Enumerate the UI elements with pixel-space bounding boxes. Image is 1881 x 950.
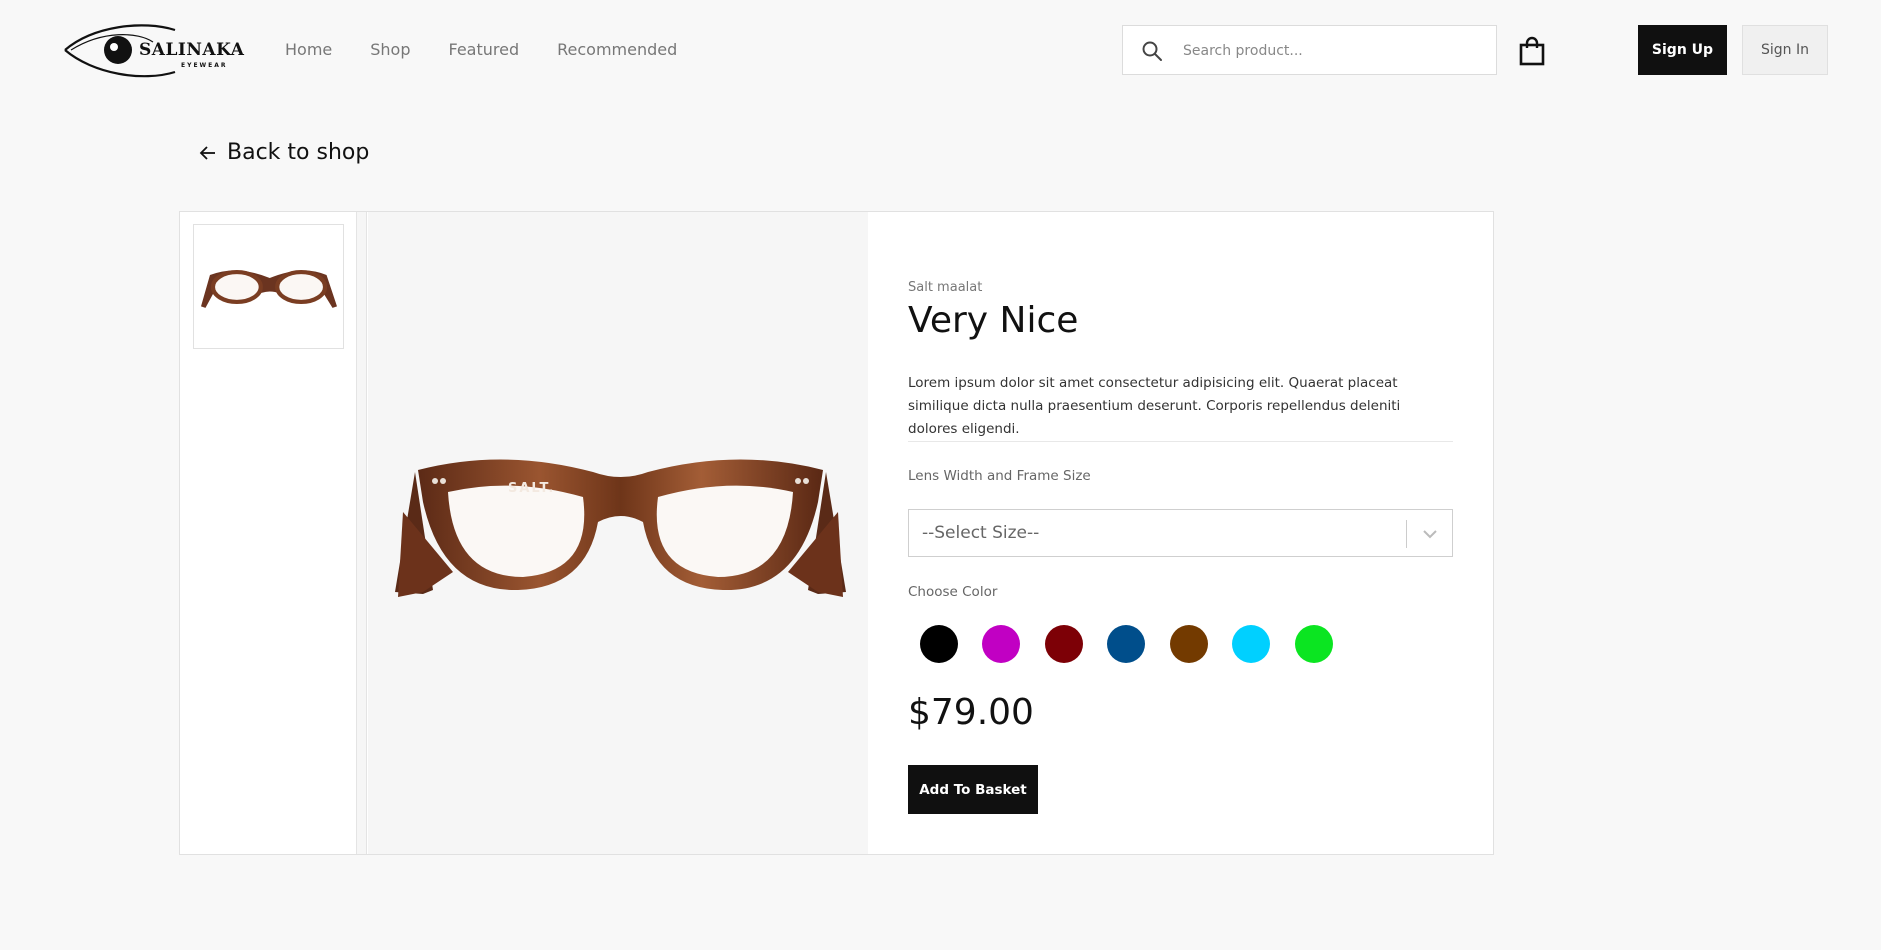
logo-tagline: EYEWEAR (181, 62, 228, 69)
sign-up-button[interactable]: Sign Up (1638, 25, 1727, 75)
search-input[interactable] (1183, 38, 1483, 64)
product-image-area: SALT. (368, 212, 868, 854)
thumbnail-column (180, 212, 357, 854)
product-details: Salt maalat Very Nice Lorem ipsum dolor … (908, 212, 1453, 854)
product-thumbnail[interactable] (193, 224, 344, 349)
logo-wordmark: SALINAKA (139, 40, 245, 60)
size-label: Lens Width and Frame Size (908, 468, 1091, 484)
chevron-down-icon (1423, 530, 1437, 539)
color-swatch-dark-red[interactable] (1045, 625, 1083, 663)
product-glasses-image: SALT. (395, 459, 846, 597)
glasses-thumbnail-image (200, 269, 337, 308)
product-card: SALT. Salt maalat Very Nice Lorem ipsum … (179, 211, 1494, 855)
size-select-value: --Select Size-- (922, 523, 1040, 543)
back-link-label: Back to shop (227, 140, 370, 165)
color-swatch-cyan[interactable] (1232, 625, 1270, 663)
color-swatch-blue[interactable] (1107, 625, 1145, 663)
search-icon (1142, 41, 1162, 61)
shopping-bag-icon[interactable] (1518, 36, 1546, 66)
back-to-shop-link[interactable]: Back to shop (199, 140, 369, 165)
color-swatch-brown[interactable] (1170, 625, 1208, 663)
nav-featured-link[interactable]: Featured (449, 40, 520, 59)
color-swatch-green[interactable] (1295, 625, 1333, 663)
nav-recommended-link[interactable]: Recommended (557, 40, 677, 59)
select-separator (1406, 520, 1407, 548)
site-header: SALINAKA EYEWEAR Home Shop Featured Reco… (0, 0, 1881, 100)
svg-text:SALT.: SALT. (508, 481, 555, 496)
site-logo[interactable]: SALINAKA EYEWEAR (63, 22, 244, 80)
size-select[interactable]: --Select Size-- (908, 509, 1453, 557)
color-swatch-black[interactable] (920, 625, 958, 663)
main-nav: Home Shop Featured Recommended (285, 40, 677, 59)
product-brand: Salt maalat (908, 280, 983, 295)
nav-shop-link[interactable]: Shop (370, 40, 410, 59)
color-swatch-magenta[interactable] (982, 625, 1020, 663)
thumbnail-scrollbar[interactable] (357, 212, 367, 854)
nav-home-link[interactable]: Home (285, 40, 332, 59)
product-title: Very Nice (908, 300, 1079, 341)
details-divider (908, 441, 1453, 442)
arrow-left-icon (199, 145, 215, 160)
product-description: Lorem ipsum dolor sit amet consectetur a… (908, 375, 1401, 437)
product-price: $79.00 (908, 692, 1034, 733)
sign-in-button[interactable]: Sign In (1742, 25, 1828, 75)
add-to-basket-button[interactable]: Add To Basket (908, 765, 1038, 814)
color-label: Choose Color (908, 584, 998, 600)
search-box (1122, 25, 1497, 75)
